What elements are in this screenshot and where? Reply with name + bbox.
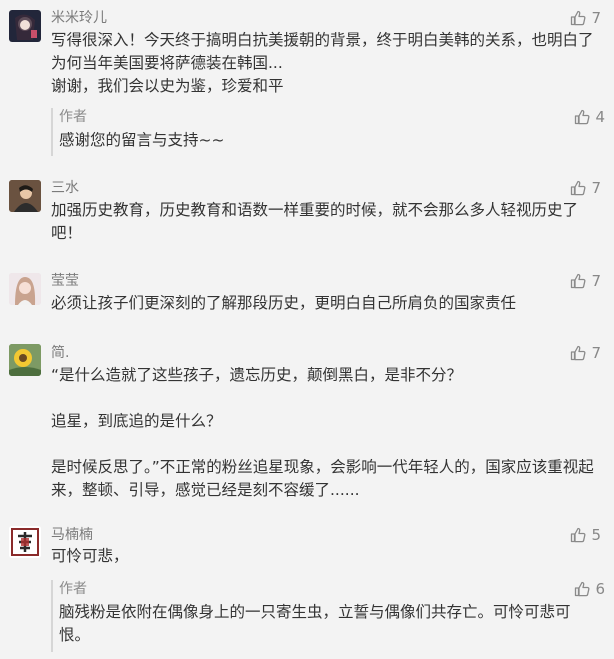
like-button[interactable]: 7 xyxy=(570,272,601,290)
reply-text: 脑残粉是依附在偶像身上的一只寄生虫，立誓与偶像们共存亡。可怜可悲可恨。 xyxy=(59,603,571,644)
like-count: 5 xyxy=(591,526,601,544)
like-button[interactable]: 7 xyxy=(570,179,601,197)
comment-text: 加强历史教育，历史教育和语数一样重要的时候，就不会那么多人轻视历史了吧！ xyxy=(51,201,579,242)
thumbs-up-icon xyxy=(571,345,586,361)
comment-text: 必须让孩子们更深刻的了解那段历史，更明白自己所肩负的国家责任 xyxy=(51,294,517,312)
reply-like-button[interactable]: 4 xyxy=(574,108,605,126)
author-reply: 作者 6 脑残粉是依附在偶像身上的一只寄生虫，立誓与偶像们共存亡。可怜可悲可恨。 xyxy=(51,580,613,652)
reply-like-button[interactable]: 6 xyxy=(574,580,605,598)
like-count: 7 xyxy=(591,179,601,197)
comment-author[interactable]: 三水 xyxy=(51,179,79,197)
thumbs-up-icon xyxy=(575,581,590,597)
avatar[interactable] xyxy=(9,10,41,42)
comment-text: 可怜可悲， xyxy=(51,547,129,565)
reply-text: 感谢您的留言与支持~~ xyxy=(59,131,225,149)
like-count: 7 xyxy=(591,344,601,362)
thumbs-up-icon xyxy=(571,10,586,26)
thumbs-up-icon xyxy=(571,273,586,289)
thumbs-up-icon xyxy=(571,527,586,543)
thumbs-up-icon xyxy=(575,109,590,125)
avatar[interactable] xyxy=(9,526,41,558)
author-reply: 作者 4 感谢您的留言与支持~~ xyxy=(51,108,613,156)
comment-text: 写得很深入！今天终于搞明白抗美援朝的背景，终于明白美韩的关系，也明白了为何当年美… xyxy=(51,31,594,95)
comment-text: “是什么造就了这些孩子，遗忘历史，颠倒黑白，是非不分？ 追星，到底追的是什么？ … xyxy=(51,366,594,499)
like-button[interactable]: 7 xyxy=(570,9,601,27)
like-count: 4 xyxy=(595,108,605,126)
like-count: 6 xyxy=(595,580,605,598)
avatar[interactable] xyxy=(9,180,41,212)
comment-author[interactable]: 马楠楠 xyxy=(51,526,93,544)
like-count: 7 xyxy=(591,9,601,27)
comment-author[interactable]: 莹莹 xyxy=(51,272,79,290)
reply-author: 作者 xyxy=(59,581,87,597)
thumbs-up-icon xyxy=(571,180,586,196)
comment-author[interactable]: 简. xyxy=(51,344,69,362)
comment-author[interactable]: 米米玲儿 xyxy=(51,9,107,27)
like-button[interactable]: 7 xyxy=(570,344,601,362)
reply-author: 作者 xyxy=(59,109,87,125)
avatar[interactable] xyxy=(9,344,41,376)
avatar[interactable] xyxy=(9,273,41,305)
like-count: 7 xyxy=(591,272,601,290)
like-button[interactable]: 5 xyxy=(570,526,601,544)
